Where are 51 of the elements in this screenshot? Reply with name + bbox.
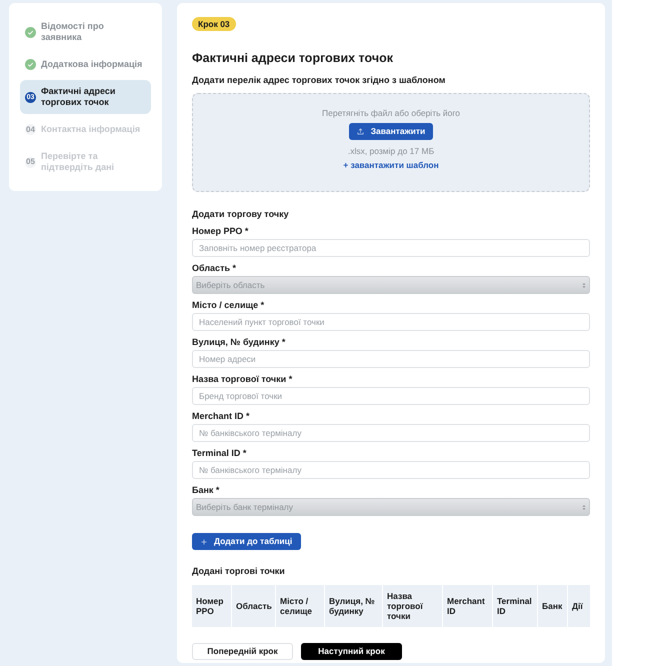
check-icon xyxy=(25,26,36,38)
check-icon xyxy=(25,59,36,70)
column-header: Назва торгової точки xyxy=(383,585,443,627)
step-item[interactable]: Додаткова інформація xyxy=(20,53,151,76)
field-label: Номер РРО * xyxy=(192,225,250,237)
page-title: Фактичні адреси торгових точок xyxy=(192,50,394,66)
section-heading: Додати торгову точку xyxy=(192,208,290,220)
input-field[interactable]: № банківського терміналу xyxy=(192,424,590,442)
updown-icon xyxy=(582,282,586,288)
updown-icon xyxy=(582,504,586,510)
section-heading: Додані торгові точки xyxy=(192,565,286,577)
previous-step-button[interactable]: Попередній крок xyxy=(192,643,293,660)
upload-button[interactable]: Завантажити xyxy=(348,123,434,140)
field-label: Назва торгової точки * xyxy=(192,373,294,385)
file-note: .xlsx, розмір до 17 МБ xyxy=(348,146,434,157)
column-header: Банк xyxy=(538,585,568,627)
input-field[interactable]: № банківського терміналу xyxy=(192,461,590,479)
column-header: Номер РРО xyxy=(192,585,232,627)
column-header: Terminal ID xyxy=(493,585,538,627)
input-field[interactable]: Заповніть номер реєстратора xyxy=(192,239,590,257)
input-field[interactable]: Номер адреси xyxy=(192,350,590,368)
field-label: Terminal ID * xyxy=(192,447,248,459)
field-label: Область * xyxy=(192,262,238,274)
add-to-table-button[interactable]: Додати до таблиці xyxy=(192,533,302,550)
step-item[interactable]: Відомості про заявника xyxy=(20,15,151,49)
column-header: Вулиця, № будинку xyxy=(325,585,383,627)
step-label: Фактичні адреси торгових точок xyxy=(41,86,116,108)
plus-icon xyxy=(201,538,207,544)
column-header: Дії xyxy=(571,600,584,613)
upload-icon xyxy=(356,128,364,135)
step-number: 05 xyxy=(25,156,36,168)
column-header: Область xyxy=(232,585,276,627)
step-badge: Крок 03 xyxy=(192,17,236,31)
upload-hint: Перетягніть файл або оберіть його xyxy=(322,108,460,119)
step-label: Додаткова інформація xyxy=(41,59,142,70)
column-header: Merchant ID xyxy=(443,585,493,627)
input-field[interactable]: Бренд торгової точки xyxy=(192,387,590,405)
step-label: Відомості про заявника xyxy=(41,21,105,43)
field-label: Місто / селище * xyxy=(192,299,266,311)
step-label: Контактна інформація xyxy=(41,124,140,135)
step-label: Перевірте та підтвердіть дані xyxy=(41,151,116,173)
field-label: Банк * xyxy=(192,484,220,496)
step-number: 04 xyxy=(25,124,36,135)
section-heading: Додати перелік адрес торгових точок згідно з шаблоном xyxy=(192,75,446,86)
field-label: Вулиця, № будинку * xyxy=(192,336,286,348)
next-step-button[interactable]: Наступний крок xyxy=(301,643,402,660)
template-link[interactable]: + завантажити шаблон xyxy=(343,160,439,171)
input-field[interactable]: Населений пункт торгової точки xyxy=(192,313,590,331)
field-label: Merchant ID * xyxy=(192,410,251,422)
upload-dropzone[interactable]: Перетягніть файл або оберіть його Завантажити .xlsx, розмір до 17 МБ + завантажити шаблон xyxy=(192,93,590,192)
column-header: Місто / селище xyxy=(276,585,325,627)
